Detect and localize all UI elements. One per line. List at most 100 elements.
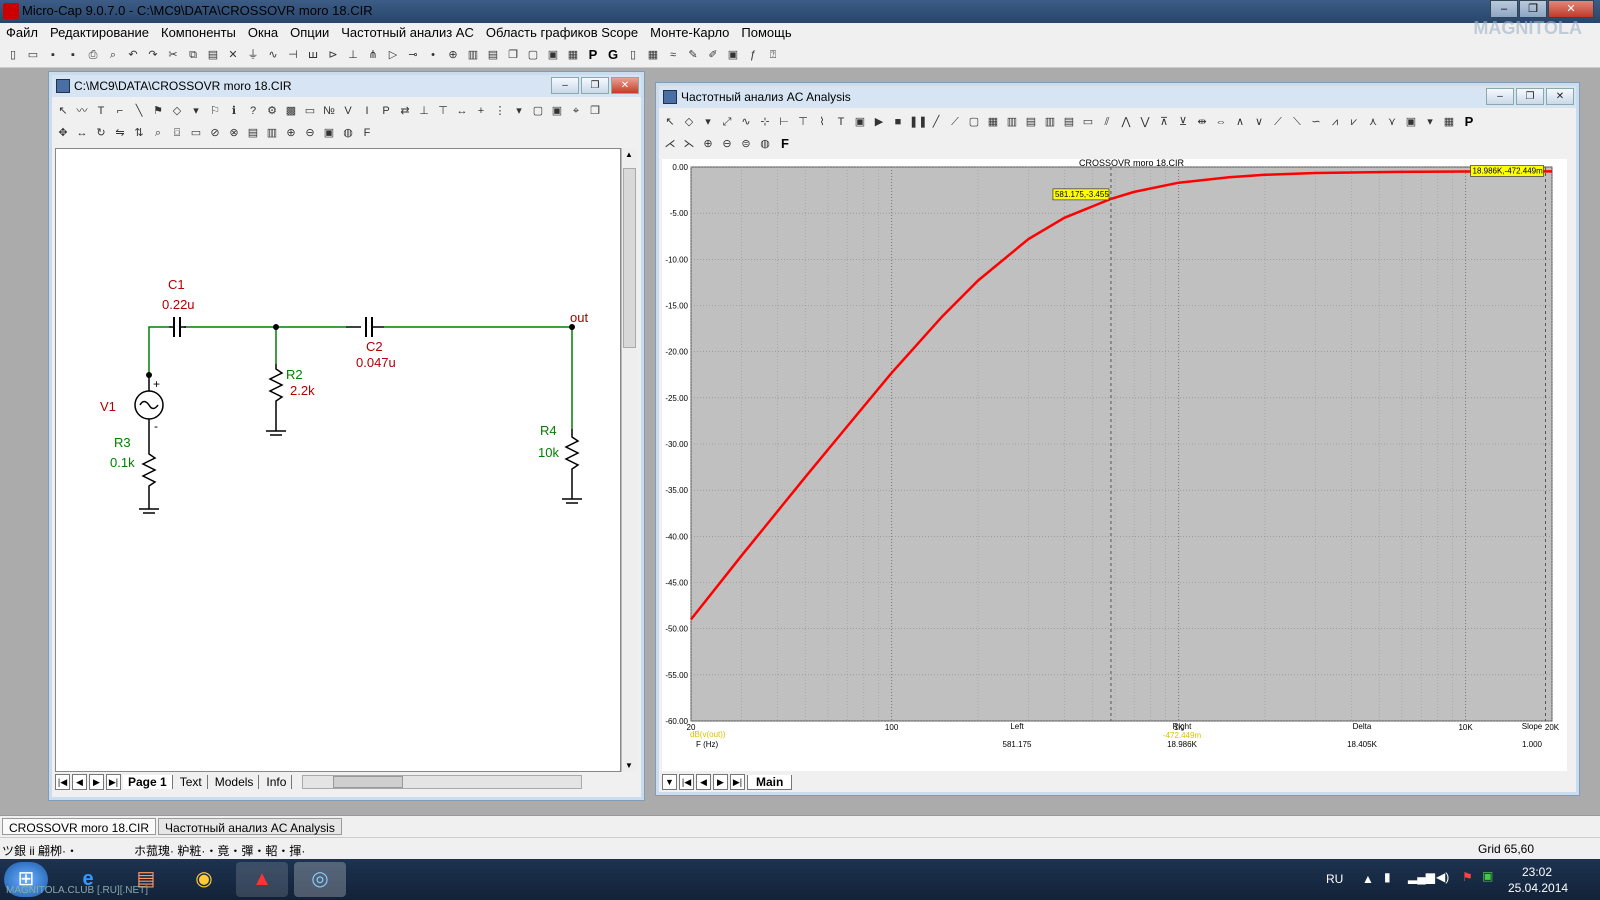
stretch-icon[interactable]: ↔ [74,124,90,142]
prev-page-icon[interactable]: ◀ [72,774,87,790]
find-icon[interactable]: ⌕ [150,124,166,142]
flip-icon[interactable]: ⇅ [131,124,147,142]
doc-tab-analysis[interactable]: Частотный анализ AC Analysis [158,818,342,835]
grid-icon[interactable]: ▦ [985,113,1001,131]
close-icon[interactable]: ✕ [611,77,639,94]
run-icon[interactable]: ▶ [871,113,887,131]
tab-info[interactable]: Info [261,775,293,789]
network-icon[interactable]: ▂▄▆ [1408,870,1435,884]
help-pointer-icon[interactable]: ? [245,102,261,120]
last-page-icon[interactable]: ▶| [730,774,745,790]
menu-file[interactable]: Файл [0,23,44,43]
volume-icon[interactable]: ◀) [1436,870,1449,884]
chart-icon[interactable]: ▩ [283,102,299,120]
condition-icon[interactable]: ⇄ [397,102,413,120]
table4-icon[interactable]: ▤ [1061,113,1077,131]
zoom-out-icon[interactable]: ⊖ [719,135,735,153]
layers2-icon[interactable]: ▥ [264,124,280,142]
tray-expand-icon[interactable]: ▲ [1362,872,1374,886]
minimize-icon[interactable]: – [551,77,579,94]
prev-page-icon[interactable]: ◀ [696,774,711,790]
zoom-out-icon[interactable]: ⊖ [302,124,318,142]
menu-edit[interactable]: Редактирование [44,23,155,43]
first-page-icon[interactable]: |◀ [679,774,694,790]
slope2-icon[interactable]: ⟍ [1289,113,1305,131]
scroll-thumb[interactable] [623,168,636,348]
clock-time[interactable]: 23:02 [1522,865,1552,879]
last-page-icon[interactable]: ▶| [106,774,121,790]
tab-text[interactable]: Text [175,775,208,789]
binoculars-icon[interactable]: ⌼ [169,124,185,142]
line-icon[interactable]: ╱ [928,113,944,131]
scroll-thumb[interactable] [333,776,404,788]
menu-options[interactable]: Опции [284,23,335,43]
zoom-fit-icon[interactable]: ⊜ [738,135,754,153]
cursor-icon[interactable]: ⇹ [1194,113,1210,131]
dropdown-icon[interactable]: ▾ [188,102,204,120]
ortho-wire-icon[interactable]: ⌐ [112,102,128,120]
current-icon[interactable]: I [359,102,375,120]
peak2-icon[interactable]: ∧ [1232,113,1248,131]
maximize-icon[interactable]: ❐ [1519,0,1547,18]
cascade-icon[interactable]: ❐ [504,46,522,64]
inductor-icon[interactable]: ꟺ [304,46,322,64]
g-mode-icon[interactable]: G [604,46,622,64]
wave-icon[interactable]: ∿ [738,113,754,131]
h-line-icon[interactable]: ↔ [454,102,470,120]
tab-models[interactable]: Models [210,775,260,789]
calc-icon[interactable]: ▦ [564,46,582,64]
save-all-icon[interactable]: ▪ [64,46,82,64]
properties-icon[interactable]: ▣ [852,113,868,131]
pause-icon[interactable]: ❚❚ [909,113,927,131]
flag2-icon[interactable]: ⚐ [207,102,223,120]
move-icon[interactable]: ✥ [55,124,71,142]
dots-grid-icon[interactable]: ⋮ [492,102,508,120]
print-preview-icon[interactable]: ⌕ [104,46,122,64]
dropdown2-icon[interactable]: ▾ [511,102,527,120]
microcap-task-icon[interactable]: ▲ [236,862,288,897]
stop-icon[interactable]: ⊗ [226,124,242,142]
table5-icon[interactable]: ▦ [1441,113,1457,131]
p-mode-icon[interactable]: P [1460,113,1478,131]
redo-icon[interactable]: ↷ [144,46,162,64]
analysis-titlebar[interactable]: Частотный анализ AC Analysis – ❐ ✕ [659,86,1576,108]
cut-icon[interactable]: ✂ [164,46,182,64]
diode-icon[interactable]: ⊳ [324,46,342,64]
point-tag-icon[interactable]: ⊹ [757,113,773,131]
f-icon[interactable]: F [776,135,794,153]
flag-icon[interactable]: ⚑ [150,102,166,120]
paste-icon[interactable]: ▤ [204,46,222,64]
dropdown-icon[interactable]: ▼ [662,774,677,790]
pin-icon[interactable]: ⊥ [416,102,432,120]
menu-ac-analysis[interactable]: Частотный анализ AC [335,23,480,43]
tile-h-icon[interactable]: ▥ [464,46,482,64]
scale-icon[interactable]: ⤢ [719,113,735,131]
undo-icon[interactable]: ↶ [124,46,142,64]
high-icon[interactable]: ⊼ [1156,113,1172,131]
wave-icon[interactable]: ≈ [664,46,682,64]
device-icon[interactable]: ▮ [1384,870,1391,884]
valley-icon[interactable]: ⋁ [1137,113,1153,131]
node-numbers-icon[interactable]: № [321,102,337,120]
table3-icon[interactable]: ▥ [1042,113,1058,131]
split-icon[interactable]: ⫽ [1099,113,1115,131]
pin2-icon[interactable]: ⊤ [435,102,451,120]
cursor2-icon[interactable]: ⇔ [1213,113,1229,131]
maximize-icon[interactable]: ❐ [1516,88,1544,105]
window-icon[interactable]: ▭ [1080,113,1096,131]
pen-icon[interactable]: ✐ [704,46,722,64]
layers-icon[interactable]: ▤ [245,124,261,142]
stop-icon[interactable]: ■ [890,113,906,131]
close-icon[interactable]: ✕ [1548,0,1594,18]
copy-icon[interactable]: ⧉ [184,46,202,64]
line2-icon[interactable]: ⟋ [947,113,963,131]
doc-tab-schematic[interactable]: CROSSOVR moro 18.CIR [2,818,157,835]
text-box-icon[interactable]: ▭ [302,102,318,120]
battery-icon[interactable]: ⊥ [344,46,362,64]
globe-icon[interactable]: ◍ [757,135,773,153]
source-icon[interactable]: ⊕ [444,46,462,64]
select-arrow-icon[interactable]: ↖ [55,102,71,120]
shapes-icon[interactable]: ◇ [169,102,185,120]
scroll-down-icon[interactable]: ▼ [625,761,633,770]
page-icon[interactable]: ▯ [624,46,642,64]
